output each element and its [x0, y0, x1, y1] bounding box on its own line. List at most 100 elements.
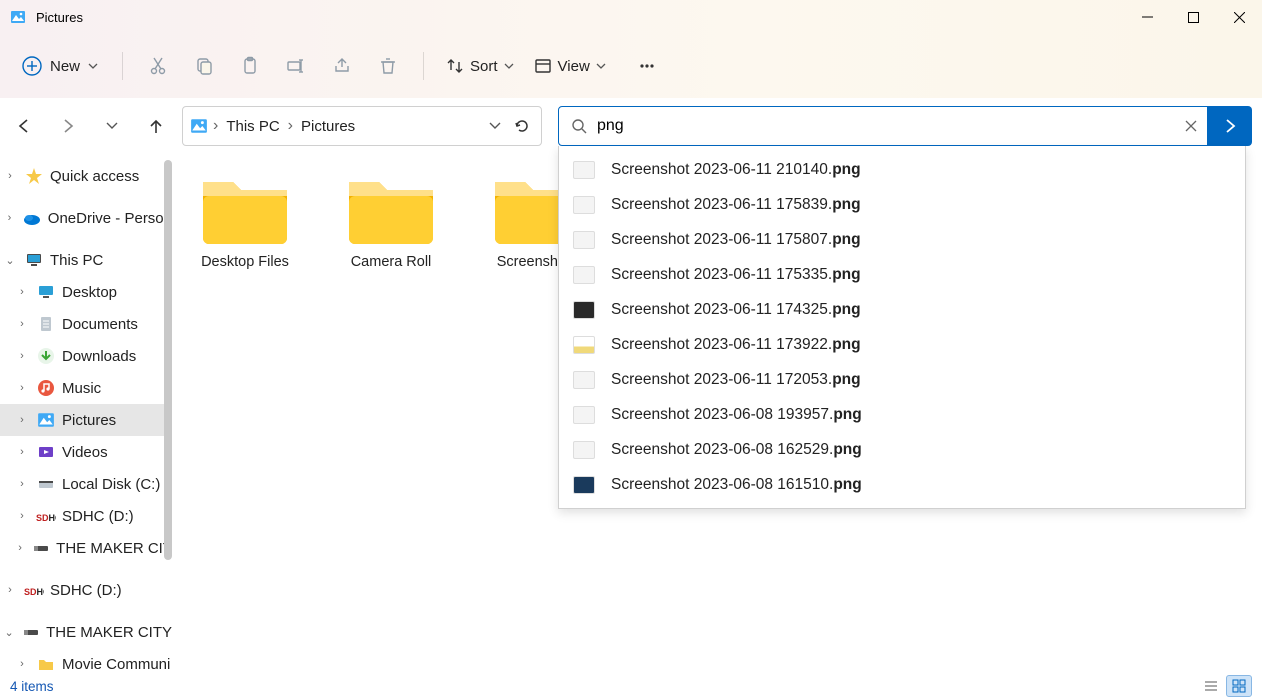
- search-input[interactable]: [597, 117, 1171, 135]
- sort-button[interactable]: Sort: [438, 53, 522, 79]
- more-button[interactable]: [626, 46, 668, 86]
- pictures-icon: [36, 410, 56, 430]
- search-suggestion[interactable]: Screenshot 2023-06-11 172053.png: [559, 362, 1245, 397]
- tree-item[interactable]: ›Music: [0, 372, 172, 404]
- tree-item[interactable]: ›Videos: [0, 436, 172, 468]
- cut-button[interactable]: [137, 46, 179, 86]
- tree-item[interactable]: ›THE MAKER CIT: [0, 532, 172, 564]
- tree-item[interactable]: ›Local Disk (C:): [0, 468, 172, 500]
- breadcrumb-segment[interactable]: This PC: [222, 116, 283, 137]
- tree-item-label: OneDrive - Person: [48, 210, 172, 227]
- navigation-tree[interactable]: ›Quick access›OneDrive - Person⌄This PC›…: [0, 154, 172, 672]
- copy-button[interactable]: [183, 46, 225, 86]
- view-button[interactable]: View: [526, 53, 614, 79]
- search-bar[interactable]: [558, 106, 1208, 146]
- chevron-right-icon[interactable]: ›: [14, 542, 26, 554]
- icons-view-button[interactable]: [1226, 675, 1252, 697]
- chevron-right-icon[interactable]: ›: [14, 382, 30, 394]
- delete-button[interactable]: [367, 46, 409, 86]
- music-icon: [36, 378, 56, 398]
- chevron-right-icon: ›: [288, 117, 293, 135]
- tree-item[interactable]: › OneDrive - Person: [0, 202, 172, 234]
- rename-button[interactable]: [275, 46, 317, 86]
- chevron-right-icon[interactable]: ›: [14, 510, 30, 522]
- suggestion-thumbnail: [573, 231, 595, 249]
- suggestion-thumbnail: [573, 441, 595, 459]
- tree-item[interactable]: ›SDHCSDHC (D:): [0, 500, 172, 532]
- paste-button[interactable]: [229, 46, 271, 86]
- suggestion-thumbnail: [573, 476, 595, 494]
- usb-icon: [32, 538, 50, 558]
- search-suggestion[interactable]: Screenshot 2023-06-11 174325.png: [559, 292, 1245, 327]
- search-suggestion[interactable]: Screenshot 2023-06-11 175839.png: [559, 187, 1245, 222]
- chevron-down-icon: [88, 61, 98, 71]
- tree-item[interactable]: ⌄This PC: [0, 244, 172, 276]
- chevron-right-icon[interactable]: ›: [2, 584, 18, 596]
- chevron-right-icon[interactable]: ›: [14, 350, 30, 362]
- scrollbar-thumb[interactable]: [164, 160, 172, 560]
- chevron-right-icon[interactable]: ›: [14, 446, 30, 458]
- folder-icon: [36, 654, 56, 672]
- tree-item-label: SDHC (D:): [50, 582, 122, 599]
- desktop-icon: [36, 282, 56, 302]
- address-dropdown-button[interactable]: [485, 116, 505, 136]
- chevron-right-icon[interactable]: ›: [2, 170, 18, 182]
- forward-button[interactable]: [50, 108, 86, 144]
- close-button[interactable]: [1216, 0, 1262, 34]
- view-label: View: [558, 58, 590, 75]
- suggestion-text: Screenshot 2023-06-08 162529.png: [611, 441, 862, 459]
- folder-item[interactable]: Camera Roll: [336, 168, 446, 270]
- chevron-right-icon[interactable]: ›: [14, 414, 30, 426]
- chevron-down-icon[interactable]: ⌄: [2, 254, 18, 267]
- up-button[interactable]: [138, 108, 174, 144]
- folder-item[interactable]: Desktop Files: [190, 168, 300, 270]
- search-suggestion[interactable]: Screenshot 2023-06-08 161510.png: [559, 467, 1245, 502]
- tree-item[interactable]: ›Quick access: [0, 160, 172, 192]
- tree-item[interactable]: ›Movie Communi: [0, 648, 172, 672]
- status-text: 4 items: [10, 679, 54, 694]
- refresh-button[interactable]: [509, 113, 535, 139]
- usb-icon: [22, 622, 40, 642]
- suggestion-text: Screenshot 2023-06-11 210140.png: [611, 161, 861, 179]
- search-suggestion[interactable]: Screenshot 2023-06-08 162529.png: [559, 432, 1245, 467]
- search-suggestion[interactable]: Screenshot 2023-06-11 173922.png: [559, 327, 1245, 362]
- suggestion-thumbnail: [573, 406, 595, 424]
- chevron-right-icon[interactable]: ›: [14, 478, 30, 490]
- tree-item[interactable]: ›Downloads: [0, 340, 172, 372]
- tree-item[interactable]: ⌄THE MAKER CITY: [0, 616, 172, 648]
- tree-item[interactable]: ›Documents: [0, 308, 172, 340]
- separator: [122, 52, 123, 80]
- search-suggestion[interactable]: Screenshot 2023-06-11 210140.png: [559, 152, 1245, 187]
- chevron-right-icon[interactable]: ›: [2, 212, 17, 224]
- back-button[interactable]: [6, 108, 42, 144]
- tree-item[interactable]: ›Pictures: [0, 404, 172, 436]
- search-suggestion[interactable]: Screenshot 2023-06-08 193957.png: [559, 397, 1245, 432]
- search-suggestion[interactable]: Screenshot 2023-06-11 175807.png: [559, 222, 1245, 257]
- clear-search-button[interactable]: [1181, 116, 1201, 136]
- search-go-button[interactable]: [1208, 106, 1252, 146]
- tree-item-label: SDHC (D:): [62, 508, 134, 525]
- suggestion-thumbnail: [573, 301, 595, 319]
- sdhc-icon: SDHC: [24, 580, 44, 600]
- chevron-right-icon[interactable]: ›: [14, 658, 30, 670]
- suggestion-text: Screenshot 2023-06-11 175807.png: [611, 231, 861, 249]
- window-title: Pictures: [36, 10, 83, 25]
- address-bar[interactable]: › This PC › Pictures: [182, 106, 542, 146]
- tree-item[interactable]: ›Desktop: [0, 276, 172, 308]
- chevron-right-icon[interactable]: ›: [14, 286, 30, 298]
- maximize-button[interactable]: [1170, 0, 1216, 34]
- search-suggestion[interactable]: Screenshot 2023-06-11 175335.png: [559, 257, 1245, 292]
- breadcrumb-segment[interactable]: Pictures: [297, 116, 359, 137]
- suggestion-text: Screenshot 2023-06-11 175335.png: [611, 266, 861, 284]
- details-view-button[interactable]: [1198, 675, 1224, 697]
- suggestion-thumbnail: [573, 161, 595, 179]
- minimize-button[interactable]: [1124, 0, 1170, 34]
- recent-locations-button[interactable]: [94, 108, 130, 144]
- share-button[interactable]: [321, 46, 363, 86]
- new-button[interactable]: New: [12, 50, 108, 82]
- chevron-right-icon[interactable]: ›: [14, 318, 30, 330]
- chevron-down-icon: [596, 61, 606, 71]
- nav-row: › This PC › Pictures Screenshot 2023-06-…: [0, 98, 1262, 154]
- chevron-down-icon[interactable]: ⌄: [2, 626, 16, 639]
- tree-item[interactable]: › SDHC SDHC (D:): [0, 574, 172, 606]
